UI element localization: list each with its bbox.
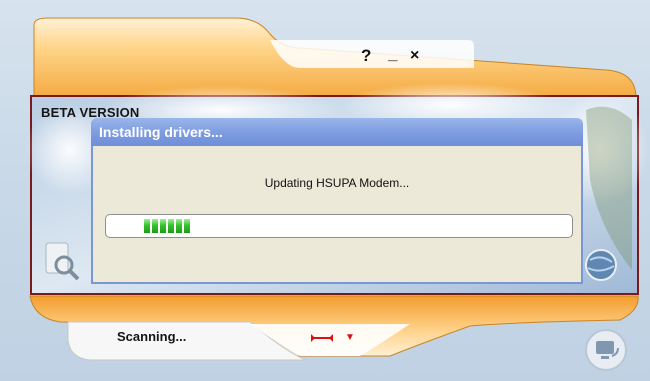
help-button[interactable]: ? [361, 46, 371, 66]
dialog-title: Installing drivers... [91, 118, 583, 146]
app-window: ? _ × BETA VERSION Installing drivers...… [0, 0, 650, 381]
progress-fill [144, 219, 190, 233]
scanning-status: Scanning... [117, 329, 187, 344]
progress-segment [152, 219, 158, 233]
globe-icon [585, 249, 617, 281]
dropdown-arrow-icon[interactable]: ▼ [345, 332, 355, 343]
wrench-icon[interactable] [311, 333, 333, 343]
dialog-body: Updating HSUPA Modem... [91, 146, 583, 284]
close-button[interactable]: × [410, 47, 419, 65]
installing-drivers-dialog: Installing drivers... Updating HSUPA Mod… [91, 118, 583, 284]
progress-segment [176, 219, 182, 233]
status-message: Updating HSUPA Modem... [264, 176, 410, 190]
progress-segment [184, 219, 190, 233]
progress-segment [168, 219, 174, 233]
progress-segment [160, 219, 166, 233]
minimize-button[interactable]: _ [388, 44, 397, 64]
magnifier-device-icon[interactable] [44, 241, 82, 281]
computer-network-icon[interactable] [584, 328, 628, 372]
progress-segment [144, 219, 150, 233]
progress-bar [105, 214, 573, 238]
